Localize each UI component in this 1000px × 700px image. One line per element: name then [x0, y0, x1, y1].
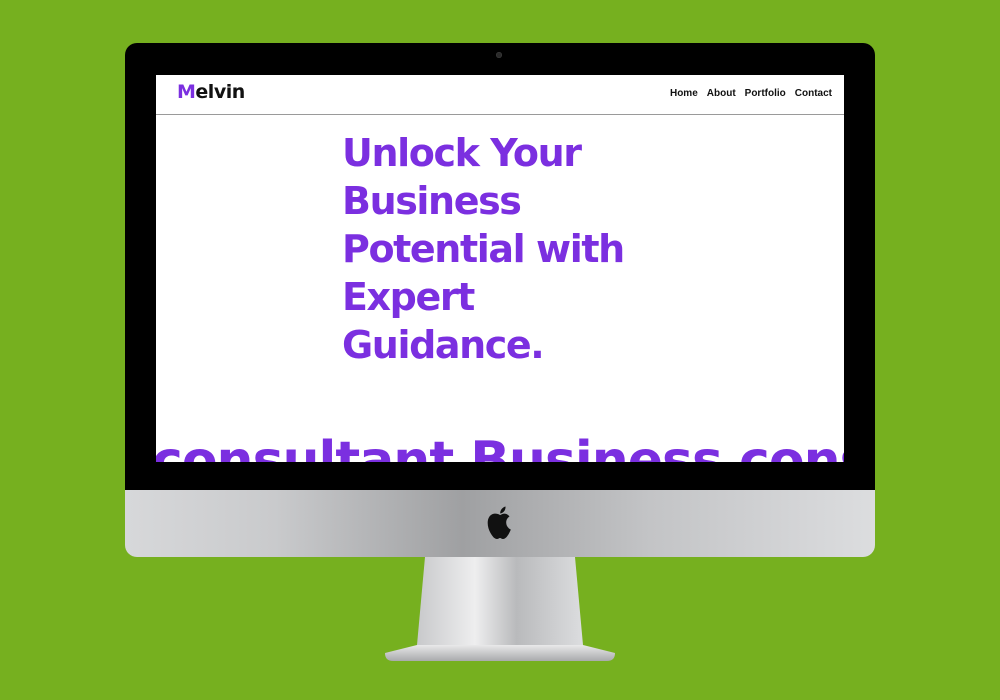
- webcam-icon: [496, 52, 502, 58]
- main-nav: Home About Portfolio Contact: [670, 88, 832, 99]
- monitor-stand: [385, 557, 615, 661]
- site-logo[interactable]: Melvin: [177, 81, 245, 103]
- scrolling-marquee-text: consultant Business consultant Business: [156, 431, 844, 462]
- browser-viewport: Melvin Home About Portfolio Contact Unlo…: [156, 75, 844, 462]
- hero-heading: Unlock Your Business Potential with Expe…: [342, 131, 625, 367]
- nav-home-link[interactable]: Home: [670, 88, 698, 99]
- site-header: Melvin Home About Portfolio Contact: [156, 75, 844, 115]
- nav-portfolio-link[interactable]: Portfolio: [745, 88, 786, 99]
- nav-contact-link[interactable]: Contact: [795, 88, 832, 99]
- logo-text: elvin: [195, 81, 245, 103]
- nav-about-link[interactable]: About: [707, 88, 736, 99]
- logo-initial: M: [177, 81, 196, 103]
- apple-icon: [487, 506, 511, 539]
